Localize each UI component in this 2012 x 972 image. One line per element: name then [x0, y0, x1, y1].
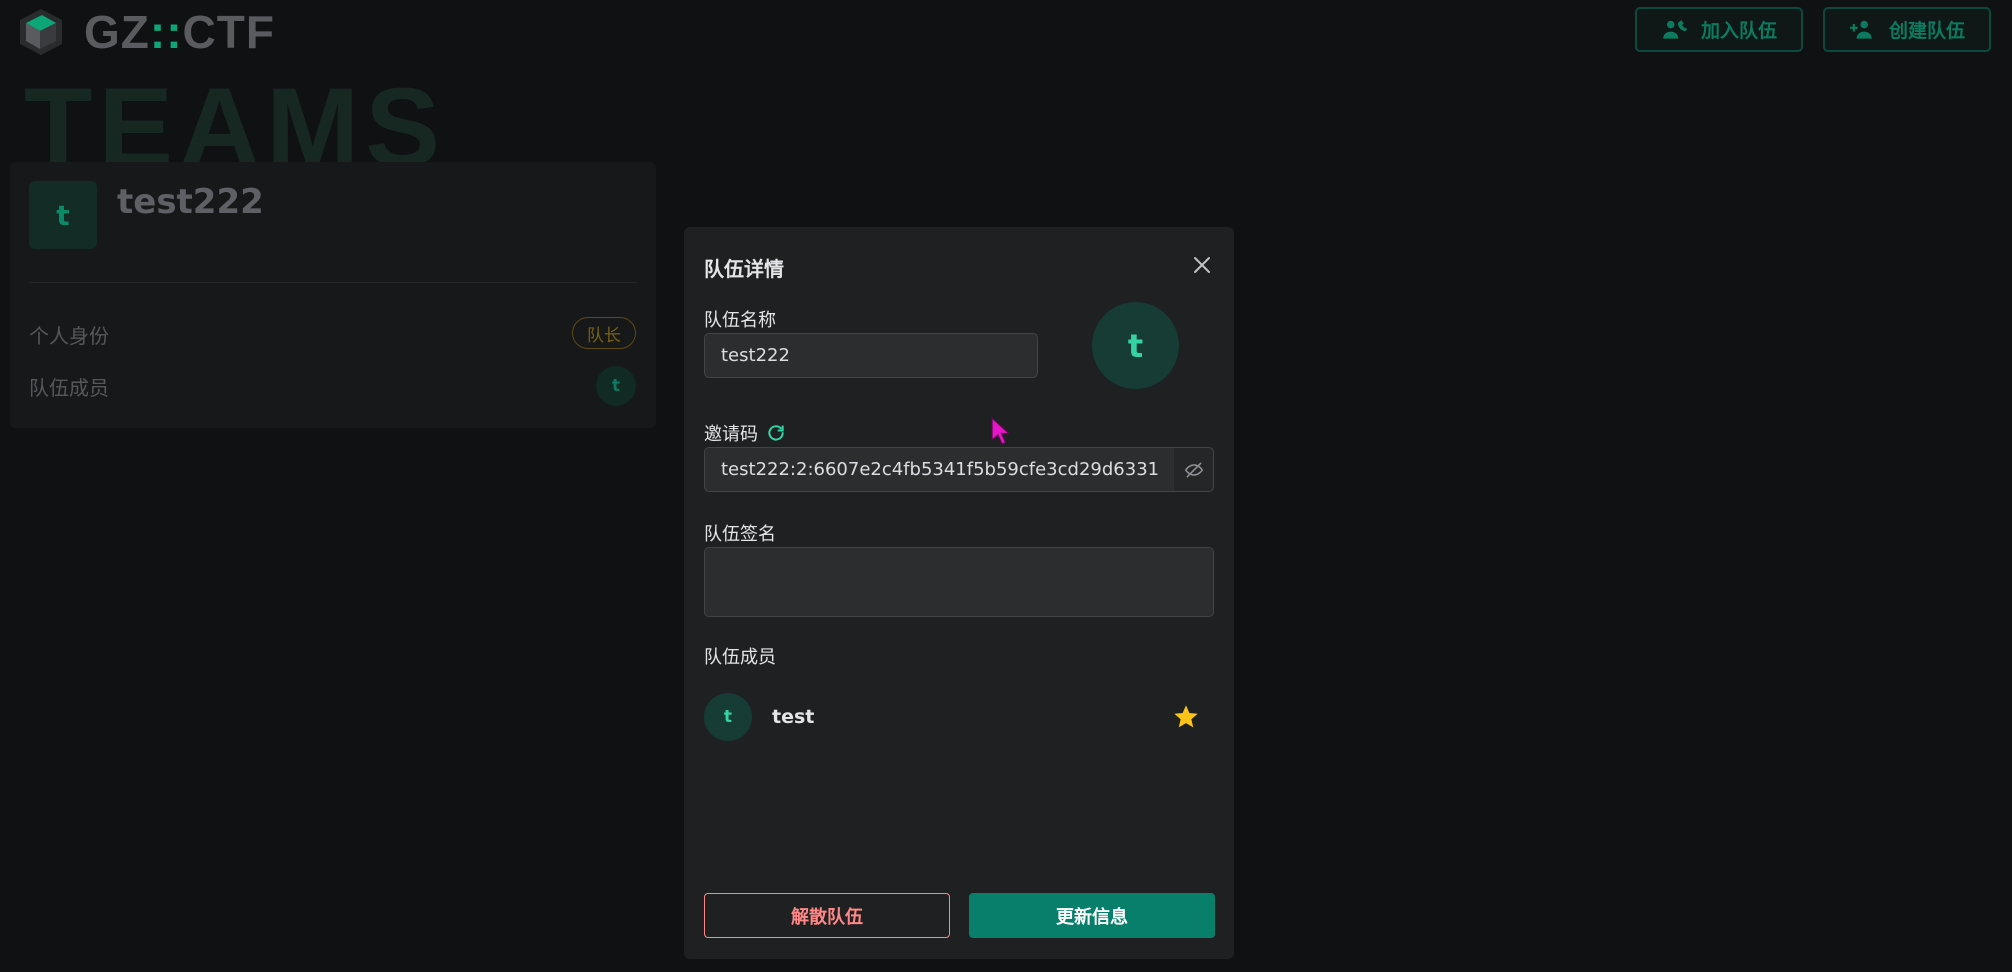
update-info-button[interactable]: 更新信息 [969, 893, 1215, 938]
invite-code-input[interactable]: test222:2:6607e2c4fb5341f5b59cfe3cd29d63… [704, 447, 1214, 492]
create-team-label: 创建队伍 [1888, 20, 1965, 42]
member-avatar: t [596, 366, 636, 406]
team-name-label-text: 队伍名称 [704, 310, 776, 331]
invite-code-label-text: 邀请码 [704, 424, 758, 445]
close-icon[interactable] [1190, 253, 1214, 277]
team-avatar: t [29, 181, 97, 249]
disband-team-button[interactable]: 解散队伍 [704, 893, 950, 938]
brand-name: GZ::CTF [84, 5, 275, 59]
eye-off-icon [1184, 462, 1203, 477]
modal-title: 队伍详情 [704, 257, 784, 281]
team-name: test222 [117, 182, 264, 222]
mouse-cursor-icon [991, 416, 1011, 445]
signature-label-text: 队伍签名 [704, 524, 776, 545]
team-name-label: 队伍名称 [704, 306, 776, 332]
signature-label: 队伍签名 [704, 520, 776, 546]
member-avatar: t [704, 693, 752, 741]
join-team-button[interactable]: 加入队伍 [1634, 7, 1803, 52]
signature-textarea[interactable] [704, 547, 1214, 617]
brand[interactable]: GZ::CTF [18, 5, 275, 59]
user-plus-icon [1850, 20, 1872, 39]
header-actions: 加入队伍 创建队伍 [1634, 7, 1991, 52]
create-team-button[interactable]: 创建队伍 [1822, 7, 1991, 52]
role-label: 个人身份 [29, 324, 109, 348]
team-details-modal: 队伍详情 队伍名称 test222 t 邀请码 test222:2:6607e2… [684, 227, 1234, 959]
invite-code-label: 邀请码 [704, 420, 786, 446]
join-team-label: 加入队伍 [1700, 20, 1777, 42]
phone-user-icon [1663, 19, 1687, 39]
invite-code-value: test222:2:6607e2c4fb5341f5b59cfe3cd29d63… [721, 459, 1160, 480]
brand-name-right: CTF [182, 6, 275, 58]
star-icon [1174, 705, 1198, 728]
brand-name-separator: :: [149, 6, 183, 58]
team-name-input[interactable]: test222 [704, 333, 1038, 378]
divider [29, 282, 637, 283]
members-label: 队伍成员 [704, 643, 776, 669]
gzctf-logo-icon [20, 9, 62, 55]
captain-badge: 队长 [572, 317, 636, 349]
member-name: test [772, 706, 815, 728]
team-card[interactable]: t test222 个人身份 队长 队伍成员 t [10, 162, 656, 428]
team-avatar-upload[interactable]: t [1092, 302, 1179, 389]
refresh-icon[interactable] [766, 423, 786, 443]
member-row: t test [704, 693, 1214, 741]
brand-name-left: GZ [84, 6, 150, 58]
members-label: 队伍成员 [29, 376, 109, 400]
toggle-visibility-button[interactable] [1173, 448, 1213, 491]
team-name-value: test222 [721, 345, 790, 366]
members-label-text: 队伍成员 [704, 647, 776, 668]
